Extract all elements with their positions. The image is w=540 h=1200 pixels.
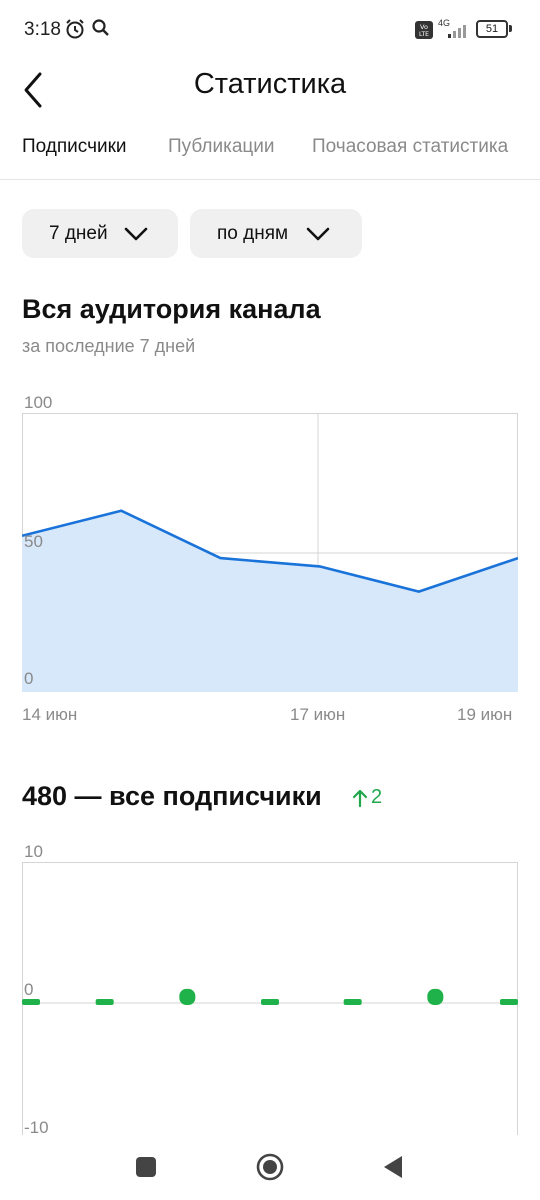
page-title: Статистика: [193, 68, 347, 100]
subscriber-bar: [95, 999, 114, 1005]
period-dropdown-label: 7 дней: [49, 223, 108, 244]
back-nav-icon[interactable]: [382, 1155, 404, 1179]
tab-publications[interactable]: Публикации: [168, 136, 275, 158]
arrow-up-icon: [352, 789, 368, 808]
home-icon[interactable]: [256, 1153, 284, 1181]
svg-text:Vo: Vo: [420, 23, 428, 31]
status-time: 3:18: [24, 19, 61, 40]
tab-subscribers[interactable]: Подписчики: [22, 136, 127, 158]
chevron-down-icon: [124, 227, 148, 241]
tab-bar: Подписчики Публикации Почасовая статисти…: [0, 120, 540, 180]
audience-area: [22, 510, 518, 692]
granularity-dropdown[interactable]: по дням: [190, 209, 362, 258]
app-header: Статистика: [0, 60, 540, 116]
volte-icon: Vo LTE: [415, 21, 433, 39]
status-bar: 3:18 Vo LTE 4G 51: [0, 0, 540, 60]
granularity-dropdown-label: по дням: [217, 223, 289, 244]
x-tick-label: 14 июн: [22, 705, 78, 724]
y-tick-label: 100: [24, 393, 53, 412]
audience-area-chart: [22, 413, 518, 692]
battery-indicator: 51: [476, 20, 508, 38]
signal-icon: [448, 25, 466, 38]
chevron-down-icon: [306, 227, 330, 241]
subscribers-title: 480 — все подписчики: [22, 781, 322, 811]
x-tick-label: 17 июн: [290, 705, 346, 724]
alarm-clock-icon: [66, 19, 84, 39]
subscriber-bar: [179, 988, 196, 1005]
tab-hourly-stats[interactable]: Почасовая статистика: [312, 136, 508, 158]
subscribers-bar-chart: [22, 862, 518, 1135]
y-tick-label: 0: [24, 980, 34, 999]
subscriber-bar: [427, 988, 444, 1005]
recent-apps-icon[interactable]: [135, 1156, 157, 1178]
y-tick-label: 0: [24, 669, 34, 688]
period-dropdown[interactable]: 7 дней: [22, 209, 178, 258]
system-nav-bar: [0, 1135, 540, 1200]
x-tick-label: 19 июн: [457, 705, 513, 724]
y-tick-label: 10: [24, 842, 43, 861]
growth-value: 2: [371, 786, 383, 808]
subscriber-bar: [261, 999, 279, 1005]
subscriber-bar: [500, 999, 518, 1005]
y-tick-label: 50: [24, 532, 43, 551]
subscriber-bar: [343, 999, 362, 1005]
audience-title: Вся аудитория канала: [22, 294, 321, 324]
search-icon: [92, 19, 109, 36]
audience-subtitle: за последние 7 дней: [22, 336, 196, 356]
svg-text:LTE: LTE: [419, 31, 429, 38]
battery-tip: [509, 25, 512, 32]
